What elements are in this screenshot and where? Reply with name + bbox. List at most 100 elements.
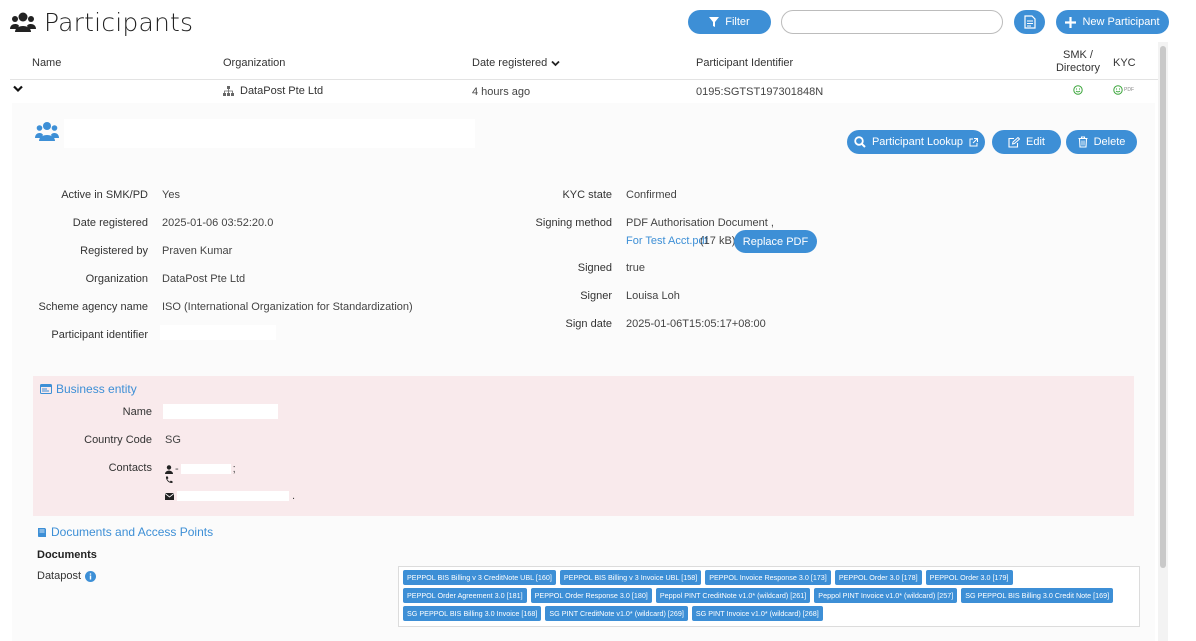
column-header-smk-directory[interactable]: SMK / Directory [1053,49,1103,75]
doc-type-tag: PEPPOL Invoice Response 3.0 [173] [705,570,831,585]
edit-button[interactable]: Edit [992,130,1061,154]
business-name-label: Name [122,406,152,418]
signing-method-value: PDF Authorisation Document , [626,217,774,229]
signing-method-label: Signing method [535,217,612,229]
page-title: Participants [44,8,194,37]
sign-date-label: Sign date [565,318,612,330]
plus-icon [1065,16,1077,28]
export-document-button[interactable] [1014,10,1045,34]
page-header: Participants [10,8,193,37]
country-code-label: Country Code [84,434,152,446]
doc-type-tag: PEPPOL Order Response 3.0 [180] [530,588,652,603]
organization-label: Organization [85,273,148,285]
active-label: Active in SMK/PD [61,189,148,201]
documents-heading: Documents and Access Points [37,525,213,539]
contacts-label: Contacts [108,462,152,474]
kyc-status[interactable]: PDF [1113,85,1134,95]
doc-type-tag: PEPPOL BIS Billing v 3 CreditNote UBL [1… [403,570,556,585]
documents-title: Documents and Access Points [51,525,214,539]
sign-date-value: 2025-01-06T15:05:17+08:00 [626,318,766,330]
authorisation-pdf-link[interactable]: For Test Acct.pdf [626,235,708,247]
filter-button-label: Filter [725,16,750,28]
id-card-icon [40,384,52,394]
active-value: Yes [162,189,180,201]
doc-type-tag: PEPPOL Order 3.0 [178] [834,570,922,585]
org-sitemap-icon [223,86,234,96]
business-entity-heading: Business entity [40,382,137,396]
contact-name-row: - ; [165,463,236,475]
contact-email-row: . [165,490,295,502]
kyc-state-value: Confirmed [626,189,677,201]
column-header-kyc[interactable]: KYC [1113,57,1136,69]
scrollbar-thumb[interactable] [1160,46,1166,568]
registered-by-label: Registered by [80,245,148,257]
doc-type-tag: SG PEPPOL BIS Billing 3.0 Invoice [168] [403,606,542,621]
new-participant-button[interactable]: New Participant [1056,10,1169,34]
doc-type-tag: Peppol PINT Invoice v1.0* (wildcard) [25… [814,588,958,603]
table-divider [10,79,1158,80]
edit-label: Edit [1026,136,1045,148]
column-header-name[interactable]: Name [32,57,61,69]
doc-type-tag: PEPPOL BIS Billing v 3 Invoice UBL [158] [559,570,702,585]
business-name-redacted [163,404,278,419]
kyc-state-label: KYC state [562,189,612,201]
signer-label: Signer [580,290,612,302]
documents-subtitle: Documents [37,549,97,561]
participant-lookup-button[interactable]: Participant Lookup [847,130,985,154]
doc-type-tag: PEPPOL Order Agreement 3.0 [181] [403,588,527,603]
business-entity-title: Business entity [56,382,137,396]
row-collapse-chevron-icon[interactable] [13,85,23,93]
info-icon[interactable] [85,570,97,582]
column-header-participant-identifier[interactable]: Participant Identifier [696,57,793,69]
user-icon [165,464,173,474]
edit-icon [1008,136,1021,148]
external-link-icon [969,137,979,147]
contact-email-redacted [177,491,289,501]
smk-smile-icon [1073,85,1083,95]
participant-users-icon [35,121,59,143]
row-organization: DataPost Pte Ltd [223,85,323,97]
filter-button[interactable]: Filter [688,10,771,34]
pdf-size: (17 kB) [700,235,736,247]
signer-value: Louisa Loh [626,290,680,302]
signed-label: Signed [577,262,612,274]
participant-identifier-redacted [160,325,276,340]
doc-type-tag: Peppol PINT CreditNote v1.0* (wildcard) … [655,588,811,603]
delete-button[interactable]: Delete [1066,130,1137,154]
participant-detail-panel [12,103,1155,641]
contact-name-tail: ; [232,463,236,475]
date-registered-label: Date registered [72,217,148,229]
participant-name-redacted [64,119,475,148]
column-header-date-registered[interactable]: Date registered [472,57,560,69]
participant-identifier-label: Participant identifier [51,329,148,341]
access-point-label: Datapost [37,570,82,582]
delete-label: Delete [1093,136,1126,148]
row-participant-identifier: 0195:SGTST197301848N [696,86,824,98]
column-header-date-label: Date registered [472,57,548,69]
search-input[interactable] [781,10,1003,34]
users-icon [10,10,36,36]
search-icon [854,136,866,148]
kyc-pdf-label: PDF [1124,87,1134,93]
phone-icon [165,476,173,484]
smk-header-line1: SMK / [1063,49,1093,61]
new-participant-label: New Participant [1082,16,1160,28]
signed-value: true [626,262,645,274]
contact-name-dash: - [175,463,179,475]
document-icon [1023,15,1036,29]
contact-email-tail: . [292,490,296,502]
scheme-agency-value: ISO (International Organization for Stan… [162,301,413,313]
trash-icon [1078,136,1088,148]
country-code-value: SG [165,434,181,446]
kyc-smile-icon [1113,85,1123,95]
doc-type-tag: PEPPOL Order 3.0 [179] [925,570,1013,585]
organization-value: DataPost Pte Ltd [162,273,246,285]
registered-by-value: Praven Kumar [162,245,233,257]
doc-type-tag: SG PINT Invoice v1.0* (wildcard) [268] [691,606,823,621]
envelope-icon [165,492,174,500]
access-point-datapost: Datapost [37,570,97,582]
document-types-box: PEPPOL BIS Billing v 3 CreditNote UBL [1… [398,566,1140,627]
contact-name-redacted [180,464,231,474]
replace-pdf-button[interactable]: Replace PDF [734,230,817,253]
column-header-organization[interactable]: Organization [223,57,285,69]
